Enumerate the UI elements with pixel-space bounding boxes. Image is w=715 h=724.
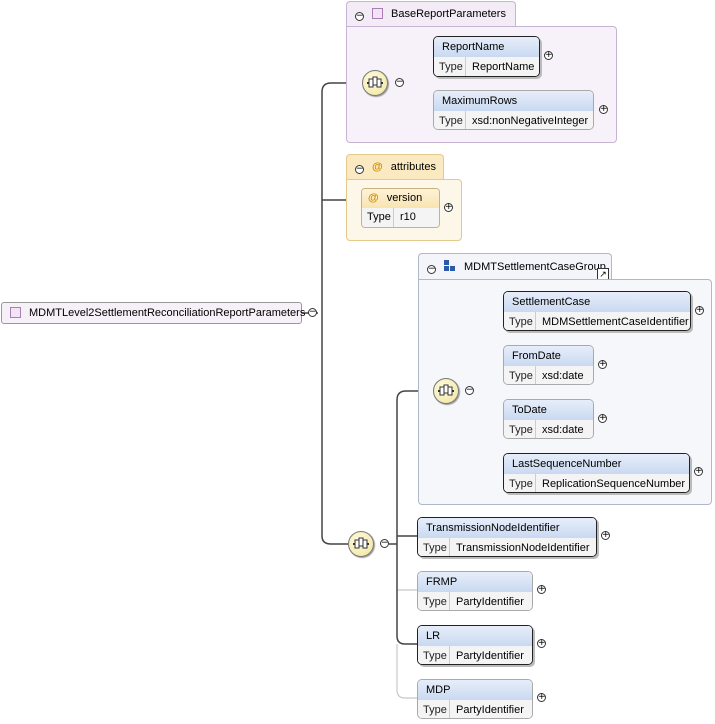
complex-type-icon: [372, 8, 383, 19]
minus-circle-icon[interactable]: −: [355, 165, 364, 174]
base-group-tab[interactable]: − BaseReportParameters: [346, 1, 516, 27]
base-group-title: BaseReportParameters: [391, 8, 506, 20]
type-label: Type: [418, 646, 450, 664]
element-name: SettlementCase: [504, 292, 690, 312]
element-name: FromDate: [504, 346, 593, 366]
element-to-date[interactable]: ToDate Type xsd:date: [503, 399, 594, 439]
element-name: FRMP: [418, 572, 532, 592]
type-label: Type: [504, 366, 536, 384]
complex-type-icon: [10, 307, 21, 318]
element-name: ToDate: [504, 400, 593, 420]
attribute-at-icon: @: [368, 192, 379, 204]
type-value: PartyIdentifier: [456, 596, 524, 608]
plus-circle-icon[interactable]: +: [537, 639, 546, 648]
type-label: Type: [418, 538, 450, 556]
element-settlement-case[interactable]: SettlementCase Type MDMSettlementCaseIden…: [503, 291, 691, 331]
type-value: PartyIdentifier: [456, 650, 524, 662]
root-element-label: MDMTLevel2SettlementReconciliationReport…: [29, 307, 306, 319]
minus-circle-icon[interactable]: −: [465, 386, 474, 395]
plus-circle-icon[interactable]: +: [544, 51, 553, 60]
element-name: MaximumRows: [434, 91, 593, 111]
group-reference-icon: [444, 260, 458, 272]
minus-circle-icon[interactable]: −: [308, 308, 317, 317]
sequence-compositor-icon[interactable]: [348, 531, 374, 557]
type-value: xsd:nonNegativeInteger: [472, 115, 589, 127]
element-frmp[interactable]: FRMP Type PartyIdentifier: [417, 571, 533, 611]
type-value: PartyIdentifier: [456, 704, 524, 716]
plus-circle-icon[interactable]: +: [599, 105, 608, 114]
element-name: MDP: [418, 680, 532, 700]
plus-circle-icon[interactable]: +: [537, 693, 546, 702]
plus-circle-icon[interactable]: +: [695, 306, 704, 315]
type-value: TransmissionNodeIdentifier: [456, 542, 590, 554]
type-label: Type: [504, 474, 536, 492]
element-name: ReportName: [434, 37, 539, 57]
plus-circle-icon[interactable]: +: [598, 360, 607, 369]
element-name: LastSequenceNumber: [504, 454, 689, 474]
type-value: ReplicationSequenceNumber: [542, 478, 686, 490]
element-report-name[interactable]: ReportName Type ReportName: [433, 36, 540, 77]
type-label: Type: [418, 592, 450, 610]
type-label: Type: [434, 57, 466, 76]
attributes-title: attributes: [390, 161, 436, 173]
attributes-tab[interactable]: − @ attributes: [346, 154, 444, 180]
type-label: Type: [418, 700, 450, 718]
minus-circle-icon[interactable]: −: [395, 78, 404, 87]
sequence-compositor-icon[interactable]: [433, 378, 459, 404]
sequence-compositor-icon[interactable]: [362, 70, 388, 96]
settlement-group-tab[interactable]: − MDMTSettlementCaseGroup: [418, 253, 612, 279]
plus-circle-icon[interactable]: +: [601, 531, 610, 540]
element-name: LR: [418, 626, 532, 646]
plus-circle-icon[interactable]: +: [598, 414, 607, 423]
type-value: r10: [400, 211, 416, 223]
element-mdp[interactable]: MDP Type PartyIdentifier: [417, 679, 533, 719]
root-element[interactable]: MDMTLevel2SettlementReconciliationReport…: [1, 302, 306, 324]
element-name: TransmissionNodeIdentifier: [418, 518, 596, 538]
type-value: xsd:date: [542, 370, 584, 382]
type-label: Type: [504, 312, 536, 330]
minus-circle-icon[interactable]: −: [380, 539, 389, 548]
type-value: ReportName: [472, 61, 535, 73]
element-lr[interactable]: LR Type PartyIdentifier: [417, 625, 533, 665]
type-label: Type: [434, 111, 466, 129]
plus-circle-icon[interactable]: +: [694, 467, 703, 476]
element-transmission-node-identifier[interactable]: TransmissionNodeIdentifier Type Transmiss…: [417, 517, 597, 557]
plus-circle-icon[interactable]: +: [537, 585, 546, 594]
attribute-at-icon: @: [372, 161, 383, 173]
attribute-version[interactable]: @ version Type r10: [361, 188, 440, 228]
plus-circle-icon[interactable]: +: [444, 203, 453, 212]
type-label: Type: [504, 420, 536, 438]
element-from-date[interactable]: FromDate Type xsd:date: [503, 345, 594, 385]
type-label: Type: [362, 208, 394, 227]
element-last-sequence-number[interactable]: LastSequenceNumber Type ReplicationSequen…: [503, 453, 690, 493]
attribute-name: version: [386, 192, 423, 204]
type-value: MDMSettlementCaseIdentifier: [542, 316, 689, 328]
minus-circle-icon[interactable]: −: [355, 12, 364, 21]
minus-circle-icon[interactable]: −: [427, 265, 436, 274]
element-maximum-rows[interactable]: MaximumRows Type xsd:nonNegativeInteger: [433, 90, 594, 130]
type-value: xsd:date: [542, 424, 584, 436]
settlement-group-title: MDMTSettlementCaseGroup: [464, 261, 606, 273]
